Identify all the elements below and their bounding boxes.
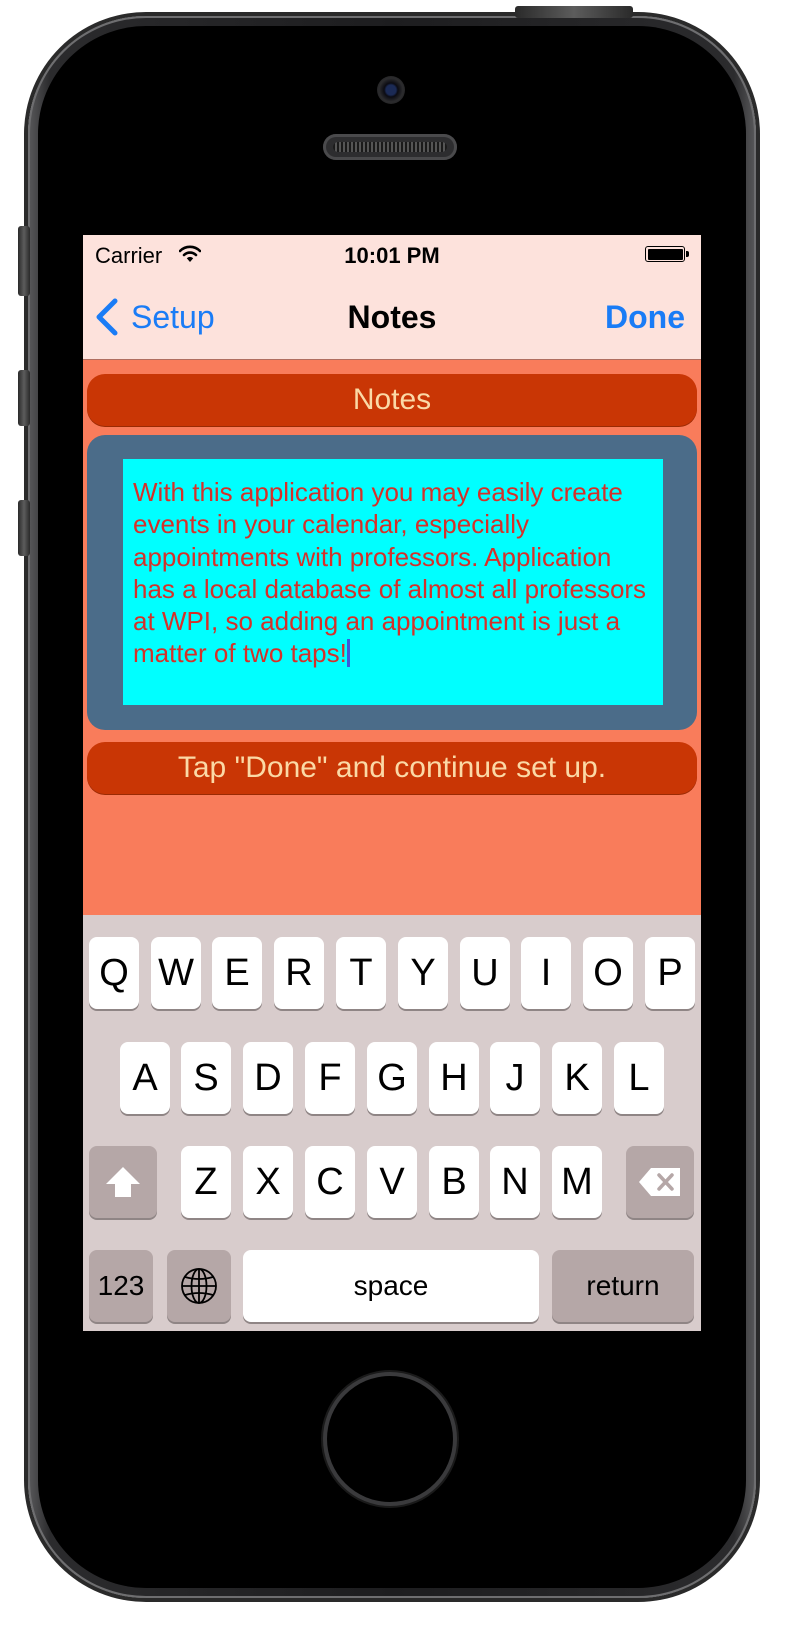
volume-up-button [18,370,30,426]
key-f[interactable]: F [305,1042,355,1114]
battery-icon [645,246,689,262]
key-v[interactable]: V [367,1146,417,1218]
key-b[interactable]: B [429,1146,479,1218]
shift-icon [106,1167,140,1197]
space-key[interactable]: space [243,1250,539,1322]
key-d[interactable]: D [243,1042,293,1114]
return-key[interactable]: return [552,1250,694,1322]
key-j[interactable]: J [490,1042,540,1114]
key-t[interactable]: T [336,937,386,1009]
done-button[interactable]: Done [605,299,685,336]
key-q[interactable]: Q [89,937,139,1009]
key-m[interactable]: M [552,1146,602,1218]
notes-card: With this application you may easily cre… [87,435,697,730]
globe-key[interactable] [167,1250,231,1322]
key-n[interactable]: N [490,1146,540,1218]
key-k[interactable]: K [552,1042,602,1114]
key-e[interactable]: E [212,937,262,1009]
text-cursor [346,639,350,668]
home-button[interactable] [327,1376,453,1502]
screen: Carrier 10:01 PM Setup Notes Done Notes … [83,235,701,1331]
numbers-key[interactable]: 123 [89,1250,153,1322]
silent-switch [18,226,30,296]
key-h[interactable]: H [429,1042,479,1114]
key-s[interactable]: S [181,1042,231,1114]
key-z[interactable]: Z [181,1146,231,1218]
key-p[interactable]: P [645,937,695,1009]
notes-text: With this application you may easily cre… [133,477,647,669]
power-button [515,6,633,18]
key-l[interactable]: L [614,1042,664,1114]
earpiece-speaker [323,134,457,160]
key-y[interactable]: Y [398,937,448,1009]
key-r[interactable]: R [274,937,324,1009]
navigation-bar: Setup Notes Done [83,275,701,360]
key-i[interactable]: I [521,937,571,1009]
key-w[interactable]: W [151,937,201,1009]
volume-down-button [18,500,30,556]
instruction-label: Tap "Done" and continue set up. [87,742,697,794]
front-camera [377,76,405,104]
delete-icon [639,1168,680,1196]
delete-key[interactable] [626,1146,694,1218]
key-a[interactable]: A [120,1042,170,1114]
shift-key[interactable] [89,1146,157,1218]
status-bar: Carrier 10:01 PM [83,235,701,275]
section-title: Notes [87,374,697,426]
key-u[interactable]: U [460,937,510,1009]
key-o[interactable]: O [583,937,633,1009]
key-c[interactable]: C [305,1146,355,1218]
keyboard: Q W E R T Y U I O P A S D F G H J K L Z … [83,915,701,1331]
key-x[interactable]: X [243,1146,293,1218]
status-time: 10:01 PM [344,243,440,268]
globe-icon [181,1268,217,1304]
notes-text-view[interactable]: With this application you may easily cre… [123,459,663,705]
key-g[interactable]: G [367,1042,417,1114]
